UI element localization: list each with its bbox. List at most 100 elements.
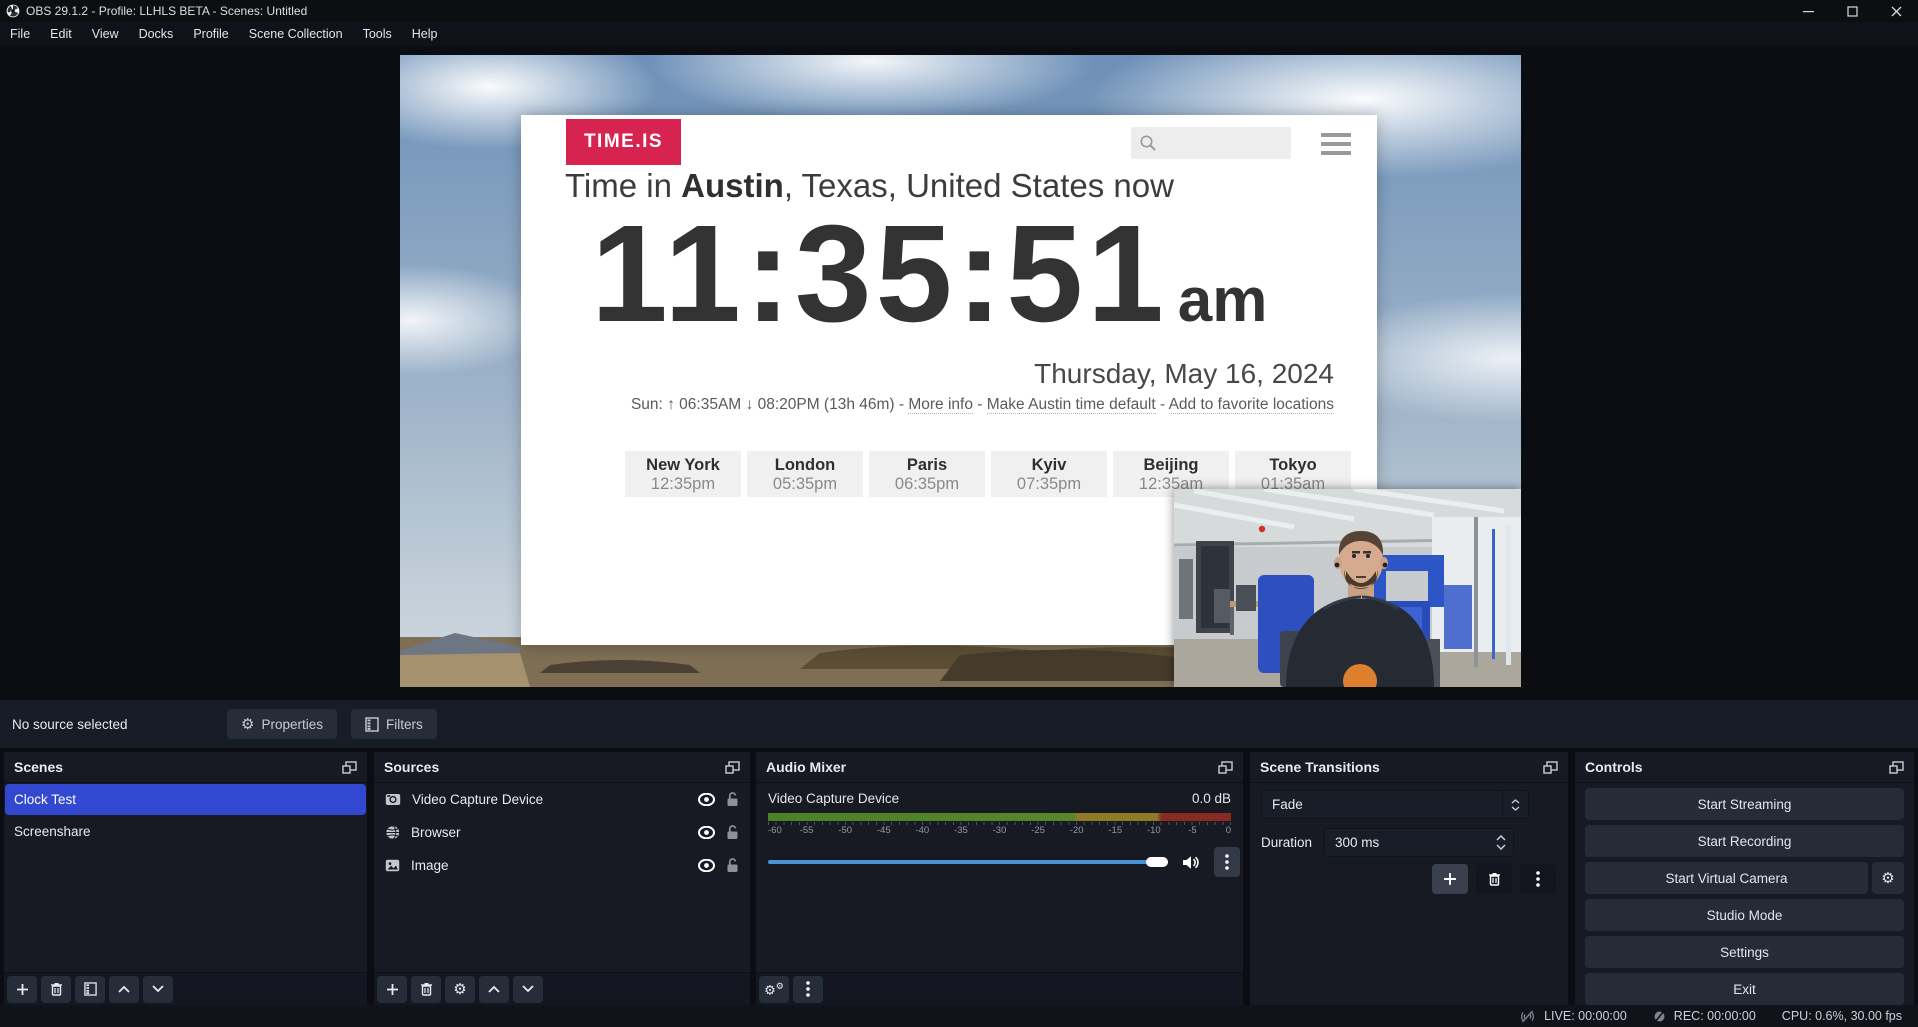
timeis-clock: 11:35:51am xyxy=(591,195,1267,354)
visibility-eye-icon[interactable] xyxy=(698,826,715,839)
lock-icon[interactable] xyxy=(726,858,739,873)
add-transition-button[interactable] xyxy=(1432,864,1468,894)
add-source-button[interactable] xyxy=(377,976,407,1003)
scene-transitions-dock: Scene Transitions Fade Duration 300 ms xyxy=(1250,752,1568,1005)
city-box-kyiv: Kyiv 07:35pm xyxy=(991,451,1107,497)
trash-icon xyxy=(1488,872,1501,886)
chevron-down-icon xyxy=(1511,806,1520,811)
trash-icon xyxy=(420,982,433,996)
volume-meter xyxy=(768,813,1231,821)
menu-profile[interactable]: Profile xyxy=(183,24,238,44)
menu-file[interactable]: File xyxy=(0,24,40,44)
minimize-button[interactable] xyxy=(1786,0,1830,22)
transition-select[interactable]: Fade xyxy=(1261,790,1529,819)
settings-button[interactable]: Settings xyxy=(1585,936,1904,968)
popout-icon[interactable] xyxy=(725,761,740,774)
start-virtual-camera-button[interactable]: Start Virtual Camera xyxy=(1585,862,1868,894)
status-bar: LIVE: 00:00:00 REC: 00:00:00 CPU: 0.6%, … xyxy=(0,1005,1918,1027)
search-icon xyxy=(1139,134,1157,152)
preview-canvas[interactable]: TIME.IS Time in Austin, Texas, United St… xyxy=(400,55,1521,687)
filters-button[interactable]: Filters xyxy=(351,709,437,739)
hamburger-menu-icon xyxy=(1321,133,1351,160)
scene-item-clock-test[interactable]: Clock Test xyxy=(5,784,366,815)
controls-dock: Controls Start Streaming Start Recording… xyxy=(1575,752,1914,1005)
chevron-down-icon xyxy=(522,985,534,993)
scene-up-button[interactable] xyxy=(109,976,139,1003)
duration-row: Duration 300 ms xyxy=(1261,828,1557,857)
channel-menu-button[interactable] xyxy=(1214,847,1240,877)
popout-icon[interactable] xyxy=(1889,761,1904,774)
image-icon xyxy=(385,859,400,872)
remove-scene-button[interactable] xyxy=(41,976,71,1003)
spin-down-icon[interactable] xyxy=(1496,844,1506,850)
scene-item-screenshare[interactable]: Screenshare xyxy=(5,816,366,847)
transitions-dock-header[interactable]: Scene Transitions xyxy=(1250,752,1568,783)
transitions-dock-title: Scene Transitions xyxy=(1260,759,1380,775)
popout-icon[interactable] xyxy=(1218,761,1233,774)
add-favorite-link: Add to favorite locations xyxy=(1169,396,1334,414)
source-down-button[interactable] xyxy=(513,976,543,1003)
visibility-eye-icon[interactable] xyxy=(698,793,715,806)
scene-down-button[interactable] xyxy=(143,976,173,1003)
filters-icon xyxy=(84,982,97,996)
maximize-button[interactable] xyxy=(1830,0,1874,22)
speaker-icon[interactable] xyxy=(1182,855,1200,870)
source-row-video-capture[interactable]: Video Capture Device xyxy=(374,783,750,816)
controls-dock-header[interactable]: Controls xyxy=(1575,752,1914,783)
advanced-audio-button[interactable]: ⚙⚙ xyxy=(759,976,789,1003)
menu-tools[interactable]: Tools xyxy=(353,24,402,44)
add-scene-button[interactable] xyxy=(7,976,37,1003)
trash-icon xyxy=(50,982,63,996)
duration-spinbox[interactable]: 300 ms xyxy=(1324,828,1514,857)
kebab-icon xyxy=(1536,871,1540,887)
remove-transition-button[interactable] xyxy=(1476,864,1512,894)
studio-mode-button[interactable]: Studio Mode xyxy=(1585,899,1904,931)
source-row-image[interactable]: Image xyxy=(374,849,750,882)
menu-view[interactable]: View xyxy=(82,24,129,44)
menu-edit[interactable]: Edit xyxy=(40,24,82,44)
combo-arrows[interactable] xyxy=(1502,791,1528,818)
start-recording-button[interactable]: Start Recording xyxy=(1585,825,1904,857)
chevron-up-icon xyxy=(488,985,500,993)
selected-source-toolbar: No source selected ⚙ Properties Filters xyxy=(0,700,1918,748)
scenes-dock-header[interactable]: Scenes xyxy=(4,752,367,783)
visibility-eye-icon[interactable] xyxy=(698,859,715,872)
controls-dock-title: Controls xyxy=(1585,759,1643,775)
timeis-date: Thursday, May 16, 2024 xyxy=(1034,358,1334,390)
spin-up-icon[interactable] xyxy=(1496,835,1506,841)
lock-icon[interactable] xyxy=(726,792,739,807)
city-box-newyork: New York 12:35pm xyxy=(625,451,741,497)
timeis-logo: TIME.IS xyxy=(566,119,681,165)
menu-docks[interactable]: Docks xyxy=(129,24,184,44)
scene-filters-button[interactable] xyxy=(75,976,105,1003)
start-streaming-button[interactable]: Start Streaming xyxy=(1585,788,1904,820)
duration-label: Duration xyxy=(1261,835,1312,850)
popout-icon[interactable] xyxy=(342,761,357,774)
popout-icon[interactable] xyxy=(1543,761,1558,774)
volume-slider[interactable] xyxy=(768,860,1168,864)
webcam-source[interactable] xyxy=(1174,489,1521,687)
source-row-browser[interactable]: Browser xyxy=(374,816,750,849)
source-up-button[interactable] xyxy=(479,976,509,1003)
audio-mixer-dock-title: Audio Mixer xyxy=(766,759,846,775)
volume-slider-handle[interactable] xyxy=(1146,857,1168,867)
mixer-channel-db: 0.0 dB xyxy=(1192,791,1231,806)
menu-scene-collection[interactable]: Scene Collection xyxy=(239,24,353,44)
source-properties-button[interactable]: ⚙ xyxy=(445,976,475,1003)
lock-icon[interactable] xyxy=(726,825,739,840)
sources-dock-header[interactable]: Sources xyxy=(374,752,750,783)
more-info-link: More info xyxy=(908,396,973,414)
mixer-menu-button[interactable] xyxy=(793,976,823,1003)
filters-icon xyxy=(365,717,379,732)
remove-source-button[interactable] xyxy=(411,976,441,1003)
meter-scale-labels: -60 -55 -50 -45 -40 -35 -30 -25 -20 -15 … xyxy=(768,825,1231,838)
virtual-camera-config-button[interactable]: ⚙ xyxy=(1872,862,1904,894)
menu-help[interactable]: Help xyxy=(402,24,448,44)
transition-menu-button[interactable] xyxy=(1520,864,1556,894)
scenes-toolbar xyxy=(4,972,367,1005)
scenes-dock-title: Scenes xyxy=(14,759,63,775)
properties-button[interactable]: ⚙ Properties xyxy=(227,709,337,739)
close-button[interactable] xyxy=(1874,0,1918,22)
exit-button[interactable]: Exit xyxy=(1585,973,1904,1005)
audio-mixer-dock-header[interactable]: Audio Mixer xyxy=(756,752,1243,783)
